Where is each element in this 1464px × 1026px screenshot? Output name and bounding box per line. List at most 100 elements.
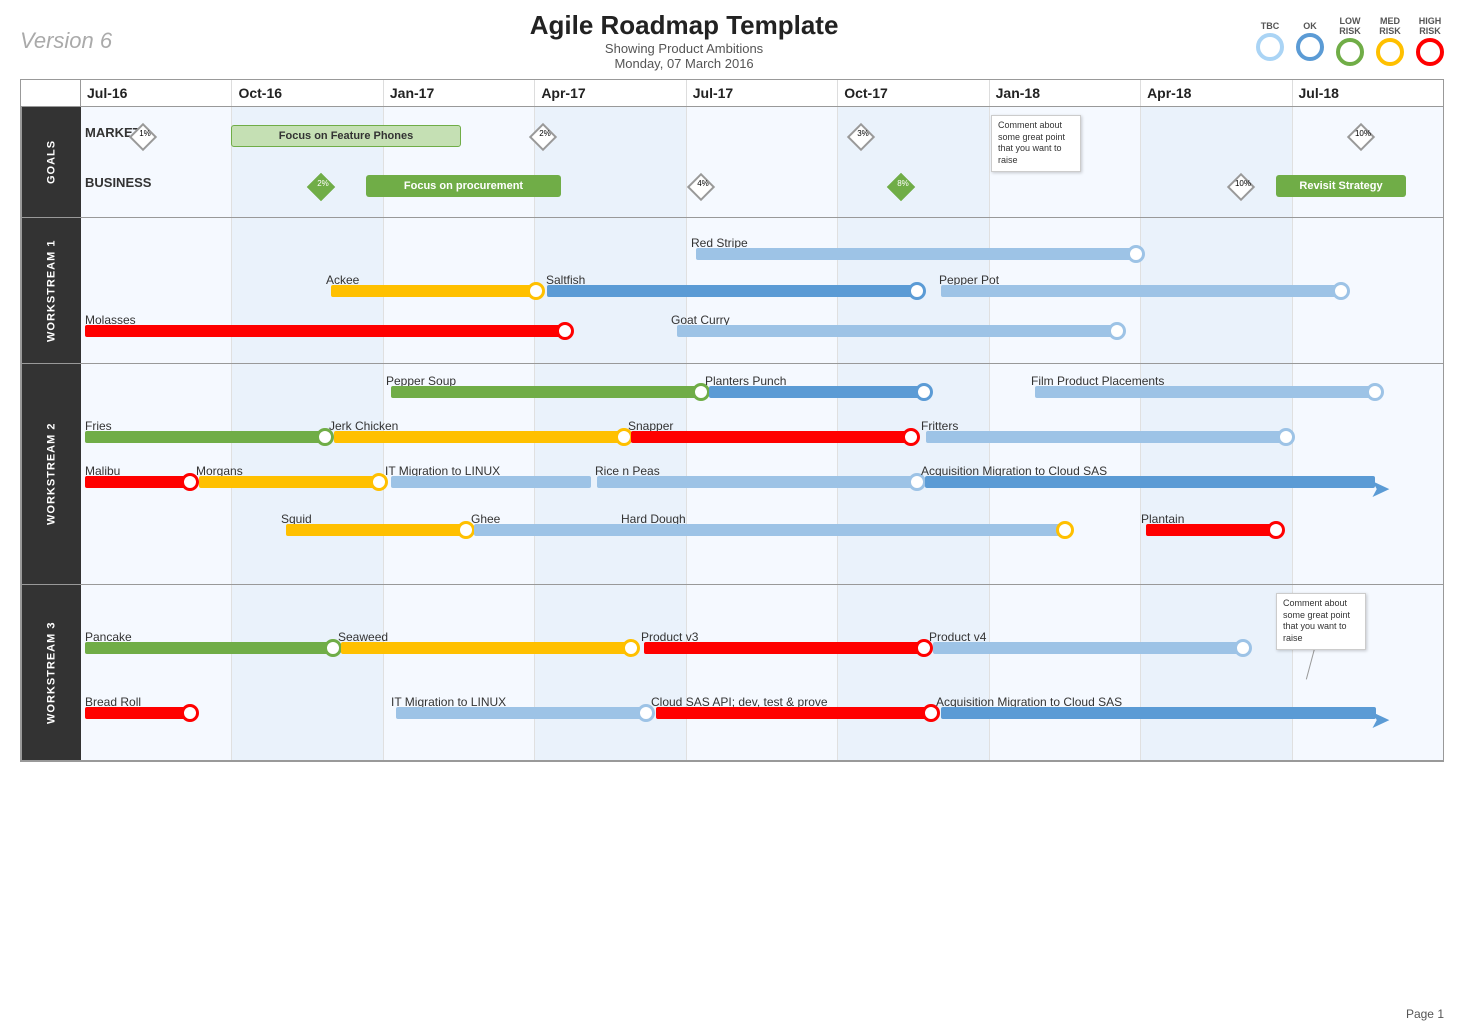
col-oct17: Oct-17 xyxy=(838,80,989,106)
ws1-content: Red Stripe Ackee Saltfish Pepper Pot Mol… xyxy=(81,218,1443,363)
fries-bar[interactable] xyxy=(85,431,325,443)
rice-peas-bar[interactable] xyxy=(597,476,917,488)
snapper-bar[interactable] xyxy=(631,431,911,443)
saltfish-end xyxy=(908,282,926,300)
col-oct16: Oct-16 xyxy=(232,80,383,106)
legend-high: HIGHRISK xyxy=(1416,16,1444,66)
product-v3-bar[interactable] xyxy=(644,642,924,654)
col-apr18: Apr-18 xyxy=(1141,80,1292,106)
legend-tbc-circle xyxy=(1256,33,1284,61)
ackee-bar[interactable] xyxy=(331,285,536,297)
legend-med: MEDRISK xyxy=(1376,16,1404,66)
arrow-ws2: ➤ xyxy=(1371,476,1389,502)
goat-curry-bar[interactable] xyxy=(677,325,1117,337)
col-jul18: Jul-18 xyxy=(1293,80,1443,106)
legend-ok-label: OK xyxy=(1303,21,1317,31)
ws3-bg xyxy=(81,585,1443,760)
date-label: Monday, 07 March 2016 xyxy=(530,56,839,71)
timeline-container: Jul-16 Oct-16 Jan-17 Apr-17 Jul-17 Oct-1… xyxy=(20,79,1444,762)
molasses-bar[interactable] xyxy=(85,325,565,337)
title-block: Agile Roadmap Template Showing Product A… xyxy=(530,10,839,71)
ws2-label: WORKSTREAM 2 xyxy=(21,364,81,584)
col-jul16: Jul-16 xyxy=(81,80,232,106)
arrow-ws3: ➤ xyxy=(1371,707,1389,733)
goals-label: GOALS xyxy=(21,107,81,217)
it-migration-ws3-bar[interactable] xyxy=(396,707,646,719)
ws3-label: WORKSTREAM 3 xyxy=(21,585,81,760)
legend-tbc: TBC xyxy=(1256,21,1284,61)
pepper-pot-bar[interactable] xyxy=(941,285,1341,297)
header: Version 6 Agile Roadmap Template Showing… xyxy=(10,10,1454,71)
main-title: Agile Roadmap Template xyxy=(530,10,839,41)
squid-bar[interactable] xyxy=(286,524,466,536)
planters-punch-end xyxy=(915,383,933,401)
col-jan17: Jan-17 xyxy=(384,80,535,106)
it-migration-ws2-bar[interactable] xyxy=(391,476,591,488)
page-number: Page 1 xyxy=(1406,1007,1444,1021)
fritters-end xyxy=(1277,428,1295,446)
malibu-bar[interactable] xyxy=(85,476,190,488)
business-label: BUSINESS xyxy=(85,175,151,190)
legend: TBC OK LOWRISK MEDRISK HIGHRISK xyxy=(1256,16,1444,66)
timeline-header-spacer xyxy=(21,80,81,106)
pepper-pot-end xyxy=(1332,282,1350,300)
red-stripe-end xyxy=(1127,245,1145,263)
revisit-strategy-bar[interactable]: Revisit Strategy xyxy=(1276,175,1406,197)
product-v4-bar[interactable] xyxy=(933,642,1243,654)
goals-content: MARKET 1% Focus on Feature Phones 2% 3% xyxy=(81,107,1443,217)
goat-curry-end xyxy=(1108,322,1126,340)
acq-migration-ws2-bar[interactable] xyxy=(925,476,1375,488)
snapper-end xyxy=(902,428,920,446)
legend-low-label: LOWRISK xyxy=(1339,16,1361,36)
legend-ok: OK xyxy=(1296,21,1324,61)
hard-dough-bar[interactable] xyxy=(625,524,1065,536)
legend-ok-circle xyxy=(1296,33,1324,61)
subtitle: Showing Product Ambitions xyxy=(530,41,839,56)
goals-bg xyxy=(81,107,1443,217)
pancake-bar[interactable] xyxy=(85,642,333,654)
comment-box-ws3: Comment about some great point that you … xyxy=(1276,593,1366,650)
legend-high-label: HIGHRISK xyxy=(1419,16,1442,36)
page: Version 6 Agile Roadmap Template Showing… xyxy=(0,0,1464,1026)
seaweed-bar[interactable] xyxy=(341,642,631,654)
ws3-section: WORKSTREAM 3 Comment about some great po… xyxy=(21,585,1443,761)
ws1-section: WORKSTREAM 1 Red Stripe xyxy=(21,218,1443,364)
ackee-end xyxy=(527,282,545,300)
jerk-chicken-bar[interactable] xyxy=(334,431,624,443)
saltfish-bar[interactable] xyxy=(547,285,917,297)
legend-tbc-label: TBC xyxy=(1261,21,1280,31)
product-v4-end xyxy=(1234,639,1252,657)
plantain-end xyxy=(1267,521,1285,539)
ws2-content: Pepper Soup Planters Punch Film Product … xyxy=(81,364,1443,584)
red-stripe-bar[interactable] xyxy=(696,248,1136,260)
bread-roll-end xyxy=(181,704,199,722)
focus-feature-phones-bar[interactable]: Focus on Feature Phones xyxy=(231,125,461,147)
film-product-end xyxy=(1366,383,1384,401)
plantain-bar[interactable] xyxy=(1146,524,1276,536)
seaweed-end xyxy=(622,639,640,657)
cloud-sas-bar[interactable] xyxy=(656,707,931,719)
version-label: Version 6 xyxy=(20,28,112,54)
legend-high-circle xyxy=(1416,38,1444,66)
fritters-bar[interactable] xyxy=(926,431,1286,443)
legend-med-circle xyxy=(1376,38,1404,66)
legend-low: LOWRISK xyxy=(1336,16,1364,66)
acq-migration-ws3-bar[interactable] xyxy=(941,707,1376,719)
col-jan18: Jan-18 xyxy=(990,80,1141,106)
ws2-section: WORKSTREAM 2 Pepper Soup xyxy=(21,364,1443,585)
ws3-content: Comment about some great point that you … xyxy=(81,585,1443,760)
planters-punch-bar[interactable] xyxy=(709,386,924,398)
timeline-header: Jul-16 Oct-16 Jan-17 Apr-17 Jul-17 Oct-1… xyxy=(21,80,1443,107)
legend-low-circle xyxy=(1336,38,1364,66)
col-apr17: Apr-17 xyxy=(535,80,686,106)
molasses-end xyxy=(556,322,574,340)
comment-box-market: Comment about some great point that you … xyxy=(991,115,1081,172)
goals-section: GOALS MARKET xyxy=(21,107,1443,218)
film-product-bar[interactable] xyxy=(1035,386,1375,398)
focus-procurement-bar[interactable]: Focus on procurement xyxy=(366,175,561,197)
morgans-bar[interactable] xyxy=(199,476,379,488)
pepper-soup-bar[interactable] xyxy=(391,386,701,398)
timeline-cols: Jul-16 Oct-16 Jan-17 Apr-17 Jul-17 Oct-1… xyxy=(81,80,1443,106)
bread-roll-bar[interactable] xyxy=(85,707,190,719)
ws1-label: WORKSTREAM 1 xyxy=(21,218,81,363)
